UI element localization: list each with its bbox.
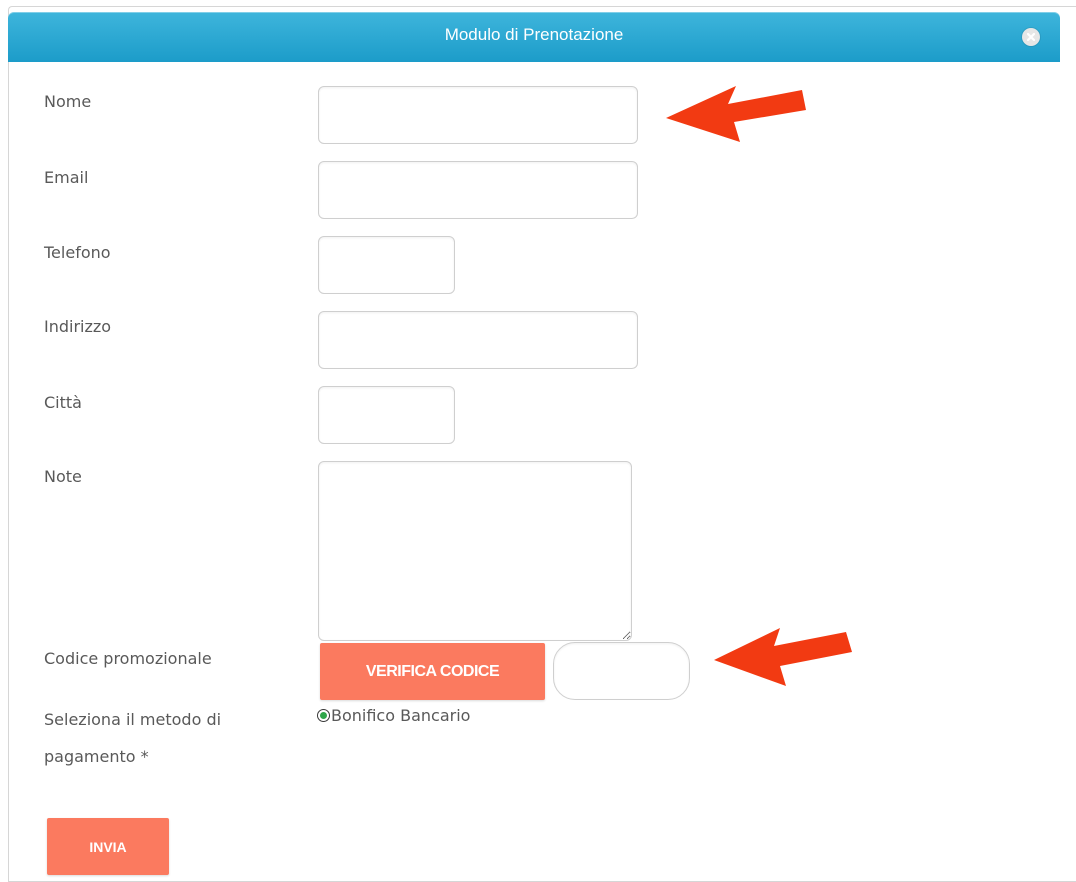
notes-label: Note	[44, 467, 82, 486]
email-input[interactable]	[318, 161, 638, 219]
close-icon[interactable]	[1022, 28, 1040, 46]
name-input[interactable]	[318, 86, 638, 144]
city-label: Città	[44, 393, 82, 412]
annotation-arrow-icon	[666, 86, 806, 142]
address-label: Indirizzo	[44, 317, 112, 336]
dialog-title: Modulo di Prenotazione	[444, 25, 624, 44]
payment-option-bank-transfer[interactable]: Bonifico Bancario	[317, 706, 470, 725]
promo-code-label: Codice promozionale	[44, 649, 212, 668]
submit-button[interactable]: INVIA	[47, 818, 169, 875]
phone-input[interactable]	[318, 236, 455, 294]
payment-method-label-line1: Seleziona il metodo di	[44, 710, 222, 729]
city-input[interactable]	[318, 386, 455, 444]
annotation-arrow-icon	[714, 628, 852, 686]
radio-selected-icon[interactable]	[317, 709, 330, 722]
address-input[interactable]	[318, 311, 638, 369]
phone-label: Telefono	[44, 243, 111, 262]
dialog-titlebar: Modulo di Prenotazione	[8, 12, 1060, 62]
notes-textarea[interactable]	[318, 461, 632, 641]
payment-method-label-line2: pagamento *	[44, 747, 149, 766]
close-x-glyph	[1026, 32, 1036, 42]
name-label: Nome	[44, 92, 92, 111]
verify-code-button[interactable]: VERIFICA CODICE	[320, 643, 545, 700]
promo-code-input[interactable]	[553, 642, 690, 700]
radio-dot	[320, 712, 327, 719]
email-label: Email	[44, 168, 89, 187]
bank-transfer-label: Bonifico Bancario	[331, 706, 471, 725]
